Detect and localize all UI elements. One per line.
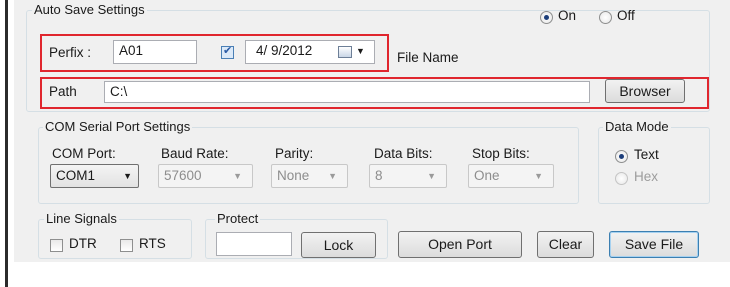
path-input[interactable]: C:\ xyxy=(104,81,590,103)
rts-label: RTS xyxy=(139,236,166,251)
stop-bits-select[interactable]: One ▼ xyxy=(468,164,554,188)
file-name-label: File Name xyxy=(397,50,459,65)
stop-bits-label: Stop Bits: xyxy=(472,146,530,161)
prefix-label: Perfix : xyxy=(49,45,92,60)
data-bits-label: Data Bits: xyxy=(374,146,433,161)
text-mode-radio[interactable] xyxy=(615,150,628,163)
data-bits-value: 8 xyxy=(375,168,383,183)
com-port-value: COM1 xyxy=(56,168,96,183)
protect-password-input[interactable] xyxy=(216,232,292,256)
protect-title: Protect xyxy=(215,211,261,226)
line-signals-title: Line Signals xyxy=(44,211,119,226)
dtr-checkbox[interactable] xyxy=(50,239,63,252)
chevron-down-icon: ▼ xyxy=(123,171,132,181)
path-label: Path xyxy=(49,84,77,99)
dtr-label: DTR xyxy=(69,236,97,251)
parity-value: None xyxy=(277,168,310,183)
on-label: On xyxy=(558,8,577,23)
calendar-icon xyxy=(338,46,352,58)
rts-checkbox[interactable] xyxy=(120,239,133,252)
browser-button[interactable]: Browser xyxy=(605,79,685,103)
com-settings-title: COM Serial Port Settings xyxy=(43,119,193,134)
off-radio[interactable] xyxy=(599,11,612,24)
window-left-edge xyxy=(0,0,8,287)
chevron-down-icon: ▼ xyxy=(356,46,365,56)
chevron-down-icon: ▼ xyxy=(427,171,436,181)
parity-label: Parity: xyxy=(275,146,314,161)
auto-save-title: Auto Save Settings xyxy=(32,2,147,17)
data-mode-group xyxy=(598,127,710,204)
text-mode-label: Text xyxy=(634,147,659,162)
off-label: Off xyxy=(617,8,635,23)
on-radio[interactable] xyxy=(540,11,553,24)
baud-rate-select[interactable]: 57600 ▼ xyxy=(158,164,253,188)
lock-button[interactable]: Lock xyxy=(301,232,376,258)
com-port-select[interactable]: COM1 ▼ xyxy=(50,164,139,188)
save-file-button[interactable]: Save File xyxy=(609,231,699,258)
prefix-input[interactable]: A01 xyxy=(113,40,197,64)
date-checkbox[interactable] xyxy=(221,44,234,59)
baud-rate-label: Baud Rate: xyxy=(161,146,229,161)
open-port-button[interactable]: Open Port xyxy=(398,231,522,258)
stop-bits-value: One xyxy=(474,168,500,183)
chevron-down-icon: ▼ xyxy=(534,171,543,181)
panel-bottom-edge xyxy=(14,262,730,287)
chevron-down-icon: ▼ xyxy=(233,171,242,181)
hex-mode-label: Hex xyxy=(634,169,659,184)
baud-rate-value: 57600 xyxy=(164,168,202,183)
chevron-down-icon: ▼ xyxy=(328,171,337,181)
com-port-label: COM Port: xyxy=(52,146,116,161)
date-picker[interactable]: 4/ 9/2012 ▼ xyxy=(245,40,375,64)
clear-button[interactable]: Clear xyxy=(537,231,594,258)
data-bits-select[interactable]: 8 ▼ xyxy=(369,164,447,188)
parity-select[interactable]: None ▼ xyxy=(271,164,348,188)
data-mode-title: Data Mode xyxy=(603,119,671,134)
date-value: 4/ 9/2012 xyxy=(256,43,313,58)
hex-mode-radio[interactable] xyxy=(615,172,628,185)
